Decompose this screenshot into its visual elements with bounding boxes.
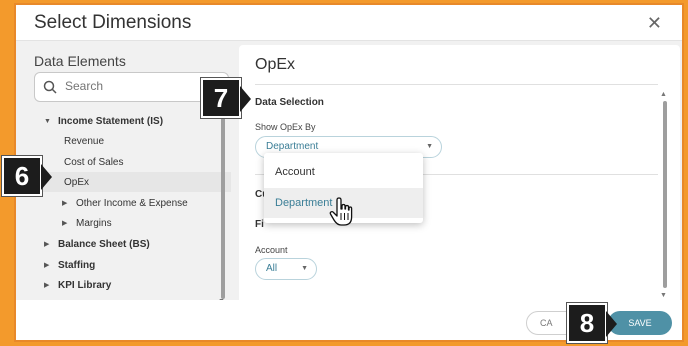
right-scrollbar[interactable] bbox=[663, 101, 667, 288]
tree-item-revenue[interactable]: Revenue bbox=[64, 131, 104, 151]
divider bbox=[255, 84, 658, 85]
chevron-down-icon: ▼ bbox=[44, 117, 51, 125]
tree-item-label: Other Income & Expense bbox=[76, 197, 188, 209]
tree-item-income-statement[interactable]: ▼ Income Statement (IS) bbox=[44, 111, 163, 131]
chevron-right-icon: ▶ bbox=[44, 262, 50, 269]
chevron-right-icon: ▶ bbox=[44, 282, 50, 289]
tree-item-opex[interactable]: OpEx bbox=[26, 172, 231, 192]
dropdown-option-account[interactable]: Account bbox=[264, 157, 423, 187]
panel-title: Data Elements bbox=[34, 53, 126, 69]
chevron-right-icon: ▶ bbox=[62, 200, 68, 207]
tree-item-label: Staffing bbox=[58, 259, 96, 271]
tree-item-staffing[interactable]: ▶ Staffing bbox=[44, 255, 95, 275]
account-filter-select[interactable]: All ▼ bbox=[255, 258, 317, 280]
close-icon[interactable]: ✕ bbox=[647, 13, 662, 34]
tree-item-other-income-expense[interactable]: ▶ Other Income & Expense bbox=[62, 193, 188, 213]
section-heading-data-selection: Data Selection bbox=[255, 97, 324, 108]
tree-item-label: Balance Sheet (BS) bbox=[58, 238, 150, 250]
step-badge-6: 6 bbox=[2, 156, 52, 196]
caret-down-icon: ▼ bbox=[301, 265, 308, 272]
select-value: Department bbox=[266, 141, 319, 152]
tree-item-label: Revenue bbox=[64, 135, 105, 147]
panel-title: OpEx bbox=[255, 56, 296, 73]
tree-item-label: Income Statement (IS) bbox=[58, 115, 164, 127]
save-button[interactable]: SAVE bbox=[608, 311, 672, 335]
tree-item-label: OpEx bbox=[64, 176, 90, 188]
tree-item-label: Margins bbox=[76, 217, 112, 229]
search-icon bbox=[43, 80, 57, 94]
search-input[interactable] bbox=[65, 79, 215, 93]
hand-pointer-cursor-icon bbox=[329, 197, 353, 226]
select-value: All bbox=[266, 263, 278, 274]
tree-item-label: Cost of Sales bbox=[64, 156, 124, 168]
scroll-down-icon[interactable]: ▼ bbox=[660, 292, 667, 299]
show-by-label: Show OpEx By bbox=[255, 122, 316, 132]
tree-item-kpi-library[interactable]: ▶ KPI Library bbox=[44, 275, 111, 295]
chevron-right-icon: ▶ bbox=[62, 220, 68, 227]
caret-down-icon: ▼ bbox=[426, 143, 433, 150]
search-box[interactable] bbox=[34, 72, 229, 102]
account-label: Account bbox=[255, 245, 288, 255]
dialog-title: Select Dimensions bbox=[34, 12, 192, 33]
tree-item-label: KPI Library bbox=[58, 279, 112, 291]
step-badge-8: 8 bbox=[567, 303, 617, 343]
tree-item-margins[interactable]: ▶ Margins bbox=[62, 213, 112, 233]
tree-item-balance-sheet[interactable]: ▶ Balance Sheet (BS) bbox=[44, 234, 150, 254]
section-heading-partial: Fi bbox=[255, 219, 264, 230]
chevron-right-icon: ▶ bbox=[44, 241, 50, 248]
step-badge-7: 7 bbox=[201, 78, 251, 118]
scroll-up-icon[interactable]: ▲ bbox=[660, 91, 667, 98]
tree-item-cost-of-sales[interactable]: Cost of Sales bbox=[64, 152, 123, 172]
